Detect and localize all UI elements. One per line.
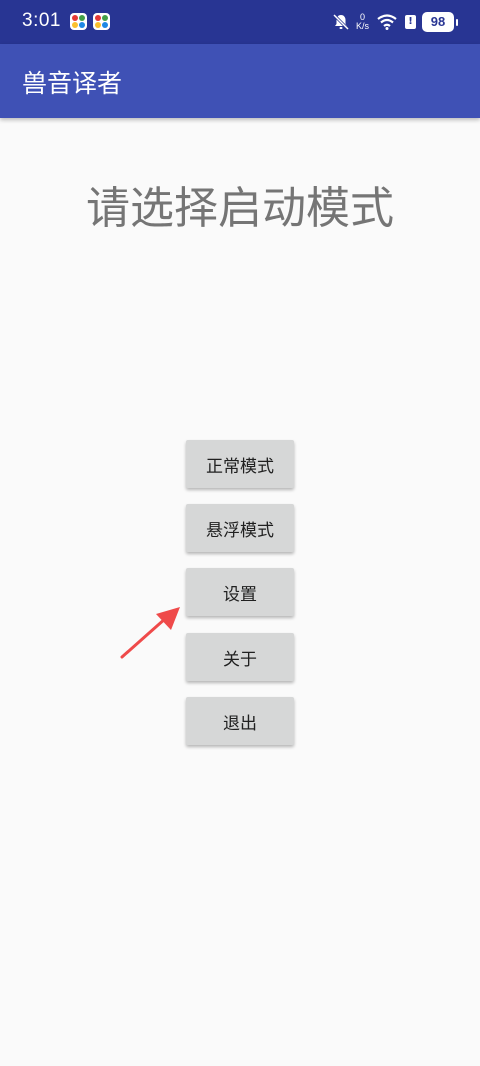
bell-off-icon — [332, 13, 350, 31]
battery-level: 98 — [430, 14, 446, 29]
app-bar: 兽音译者 — [0, 44, 480, 118]
settings-button[interactable]: 设置 — [186, 568, 294, 616]
status-indicators: 0 K/s ! 98 — [332, 11, 458, 33]
app-title: 兽音译者 — [22, 69, 123, 98]
wifi-icon — [377, 14, 397, 30]
app-notification-icon — [70, 13, 87, 30]
mode-prompt-heading: 请选择启动模式 — [86, 183, 394, 234]
about-button[interactable]: 关于 — [186, 633, 294, 681]
network-speed-unit: K/s — [355, 21, 369, 31]
battery-icon: 98 — [422, 12, 454, 32]
exit-button[interactable]: 退出 — [186, 697, 294, 745]
status-bar: 3:01 0 K/s ! 98 — [0, 0, 480, 44]
app-notification-icon — [93, 13, 110, 30]
floating-mode-button[interactable]: 悬浮模式 — [186, 504, 294, 552]
normal-mode-button[interactable]: 正常模式 — [186, 440, 294, 488]
status-time: 3:01 — [22, 10, 61, 31]
network-speed: 0 K/s — [356, 13, 369, 31]
battery-tip — [456, 18, 458, 26]
alert-icon: ! — [405, 15, 416, 29]
pointer-arrow-icon — [120, 607, 180, 659]
